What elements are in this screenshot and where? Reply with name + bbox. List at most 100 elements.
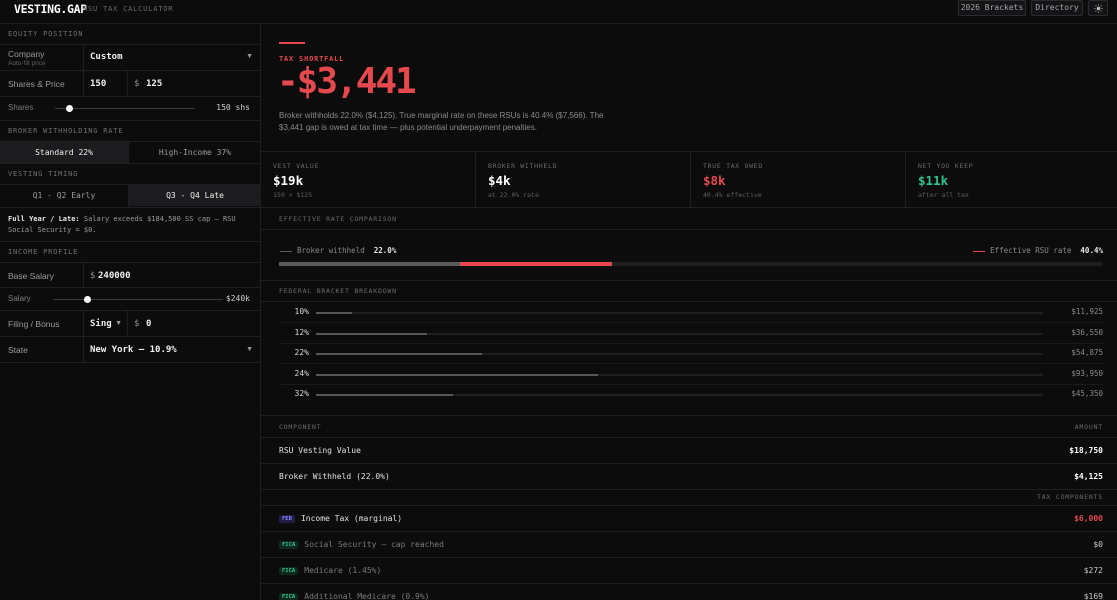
bracket-bar-track <box>316 394 1043 396</box>
stat-value: $19k <box>273 173 304 188</box>
brackets-button[interactable]: 2026 Brackets <box>958 0 1026 16</box>
bracket-bar-fill <box>316 394 453 396</box>
tax-type-badge: FICA <box>279 566 299 575</box>
bracket-bar-fill <box>316 373 599 376</box>
filing-status-select[interactable]: Sing ▼ <box>84 311 127 336</box>
rsu-value-amount: $18,750 <box>1069 446 1103 455</box>
stat-net-you-keep: NET YOU KEEP $11k after all tax <box>906 152 1117 208</box>
stat-true-tax-owed: TRUE TAX OWED $8k 40.4% effective <box>691 152 906 208</box>
tax-type-badge: FICA <box>279 592 299 600</box>
stat-label: BROKER WITHHELD <box>488 162 558 170</box>
shortfall-description: Broker withholds 22.0% ($4,125). True ma… <box>279 111 604 132</box>
bracket-breakdown-header: FEDERAL BRACKET BREAKDOWN <box>261 281 1117 302</box>
stat-label: VEST VALUE <box>273 162 320 170</box>
stat-sub: 150 × $125 <box>273 191 313 199</box>
bracket-row: 22% $54,875 <box>261 344 1117 364</box>
effective-rate-fill <box>460 262 612 266</box>
bracket-bar-track <box>316 373 1043 376</box>
tax-component-label: FICA Medicare (1.45%) <box>279 566 381 575</box>
rate-comparison-bar <box>279 262 1103 266</box>
stats-strip: VEST VALUE $19k 150 × $125 BROKER WITHHE… <box>261 151 1117 208</box>
bracket-amount: $93,950 <box>1071 368 1103 378</box>
tax-component-amount: $0 <box>1093 540 1103 549</box>
filing-bonus-label: Filing / Bonus <box>8 319 60 329</box>
shares-slider-row: Shares 150 shs <box>0 97 261 121</box>
chevron-down-icon: ▼ <box>246 346 253 353</box>
stat-sub: 40.4% effective <box>703 191 762 199</box>
timing-early-option[interactable]: Q1 - Q2 Early <box>0 185 128 206</box>
base-salary-label: Base Salary <box>8 271 54 281</box>
stat-value: $11k <box>918 173 949 188</box>
company-label: Company <box>8 49 45 59</box>
state-select[interactable]: New York — 10.9% ▼ <box>84 337 261 362</box>
timing-toggle: Q1 - Q2 Early Q3 - Q4 Late <box>0 185 261 208</box>
income-profile-header: INCOME PROFILE <box>0 242 261 263</box>
tax-component-name: Income Tax (marginal) <box>300 514 403 523</box>
bracket-row: 12% $36,550 <box>261 324 1117 344</box>
filing-status-value: Sing <box>90 319 112 329</box>
company-select[interactable]: Custom ▼ <box>84 45 261 70</box>
shares-input[interactable]: 150 <box>90 79 106 89</box>
broker-rate-label: Broker withheld <box>297 246 365 255</box>
amount-column-header: AMOUNT <box>1074 423 1103 431</box>
shortfall-amount: -$3,441 <box>277 61 417 102</box>
salary-slider-row: Salary $240k <box>0 288 261 311</box>
bracket-row: 24% $93,950 <box>261 365 1117 385</box>
bracket-row: 32% $45,350 <box>261 385 1117 405</box>
base-salary-row: Base Salary $ 240000 <box>0 263 261 288</box>
bracket-bar-track <box>316 312 1043 314</box>
tax-component-amount: $169 <box>1083 592 1103 600</box>
effective-rate-value: 40.4% <box>1080 246 1103 255</box>
broker-rate-legend: Broker withheld 22.0% <box>280 246 396 255</box>
stat-value: $4k <box>488 173 511 188</box>
tax-component-row: FICA Additional Medicare (0.9%) $169 <box>261 584 1117 600</box>
salary-slider-track[interactable] <box>53 296 223 303</box>
withholding-high-income-option[interactable]: High-Income 37% <box>129 142 261 163</box>
shares-price-label: Shares & Price <box>8 79 65 89</box>
bracket-rate: 10% <box>294 307 309 316</box>
effective-rate-legend: Effective RSU rate 40.4% <box>973 246 1103 255</box>
equity-position-header: EQUITY POSITION <box>0 24 261 45</box>
salary-currency-symbol: $ <box>90 271 96 281</box>
legend-line-icon <box>973 250 986 252</box>
tax-component-label: FICA Social Security — cap reached <box>279 540 444 549</box>
bracket-rate: 22% <box>294 348 309 357</box>
state-label: State <box>8 345 28 355</box>
shares-price-row: Shares & Price 150 $ 125 <box>0 71 261 97</box>
salary-slider-label: Salary <box>8 294 31 303</box>
bracket-bar-track <box>316 332 1043 335</box>
directory-button[interactable]: Directory <box>1031 0 1083 16</box>
bracket-rate: 12% <box>294 327 309 337</box>
stat-label: TRUE TAX OWED <box>703 162 763 170</box>
base-salary-input[interactable]: 240000 <box>98 271 131 281</box>
shares-slider-thumb[interactable] <box>65 105 73 112</box>
theme-toggle-button[interactable] <box>1088 0 1108 16</box>
timing-note: Full Year / Late: Salary exceeds $184,50… <box>0 208 261 242</box>
bracket-row: 10% $11,925 <box>261 303 1117 323</box>
withholding-standard-option[interactable]: Standard 22% <box>0 142 128 163</box>
timing-late-option[interactable]: Q3 - Q4 Late <box>129 185 261 206</box>
bracket-rate: 24% <box>294 368 309 378</box>
bonus-input[interactable]: 0 <box>146 319 151 329</box>
company-sublabel: Auto-fill price <box>8 60 46 67</box>
chevron-down-icon: ▼ <box>115 320 122 327</box>
timing-note-bold: Full Year / Late: <box>8 215 80 223</box>
salary-slider-thumb[interactable] <box>83 296 91 303</box>
chevron-down-icon: ▼ <box>246 53 253 60</box>
tax-component-row: FICA Social Security — cap reached $0 <box>261 532 1117 558</box>
withholding-toggle: Standard 22% High-Income 37% <box>0 142 261 164</box>
sidebar: EQUITY POSITION Company Auto-fill price … <box>0 24 261 600</box>
stat-label: NET YOU KEEP <box>918 162 974 170</box>
components-header-row: COMPONENT AMOUNT <box>261 416 1117 438</box>
sun-icon <box>1093 4 1103 13</box>
price-input[interactable]: 125 <box>146 79 162 89</box>
tax-component-amount: $272 <box>1083 566 1103 575</box>
company-select-value: Custom <box>90 52 123 62</box>
rsu-value-row: RSU Vesting Value $18,750 <box>261 438 1117 464</box>
vesting-timing-header: VESTING TIMING <box>0 164 261 185</box>
bracket-amount: $45,350 <box>1071 389 1103 398</box>
tax-component-row: FICA Medicare (1.45%) $272 <box>261 558 1117 584</box>
bracket-bar-track <box>316 353 1043 355</box>
brand-logo[interactable]: VESTING.GAP <box>14 2 87 16</box>
shares-slider-track[interactable] <box>55 105 195 112</box>
